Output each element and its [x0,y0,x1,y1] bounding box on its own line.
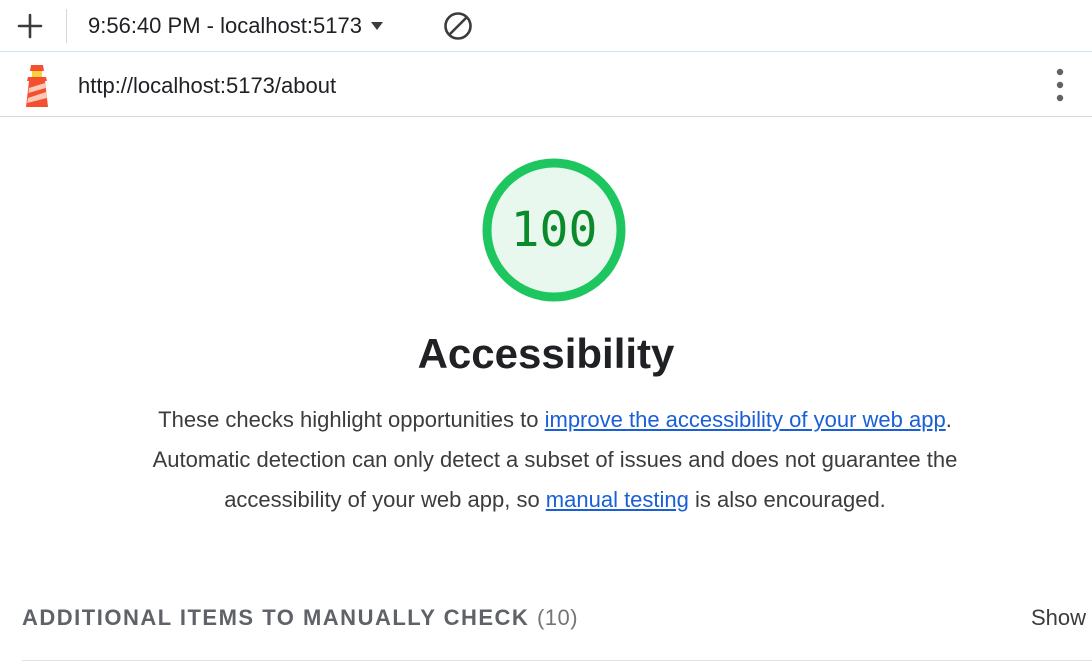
manual-checks-title: ADDITIONAL ITEMS TO MANUALLY CHECK (10) [22,605,578,631]
score-gauge: 100 [481,157,627,303]
report-selector[interactable]: 9:56:40 PM - localhost:5173 [88,12,384,40]
category-title: Accessibility [417,330,675,377]
manual-checks-count: (10) [536,605,579,630]
manual-checks-header: ADDITIONAL ITEMS TO MANUALLY CHECK (10) … [22,603,1092,637]
caret-down-icon [370,19,384,33]
score-value: 100 [510,202,598,258]
url-bar: http://localhost:5173/about [0,53,1092,117]
top-toolbar: 9:56:40 PM - localhost:5173 [0,0,1092,52]
manual-testing-link[interactable]: manual testing [546,487,689,512]
block-icon[interactable] [442,10,474,42]
section-divider [22,660,1092,661]
description-text: These checks highlight opportunities to [158,407,545,432]
toolbar-divider [66,9,67,43]
lighthouse-icon [20,61,54,109]
manual-checks-label: ADDITIONAL ITEMS TO MANUALLY CHECK [22,605,530,630]
accessibility-link[interactable]: improve the accessibility of your web ap… [545,407,946,432]
report-selector-label: 9:56:40 PM - localhost:5173 [88,13,362,38]
description-text: is also encouraged. [688,487,886,512]
category-description: These checks highlight opportunities to … [150,400,960,520]
page-url: http://localhost:5173/about [78,73,337,98]
plus-icon[interactable] [14,10,46,42]
show-toggle-button[interactable]: Show [1031,605,1086,631]
kebab-menu-icon[interactable] [1046,67,1074,103]
